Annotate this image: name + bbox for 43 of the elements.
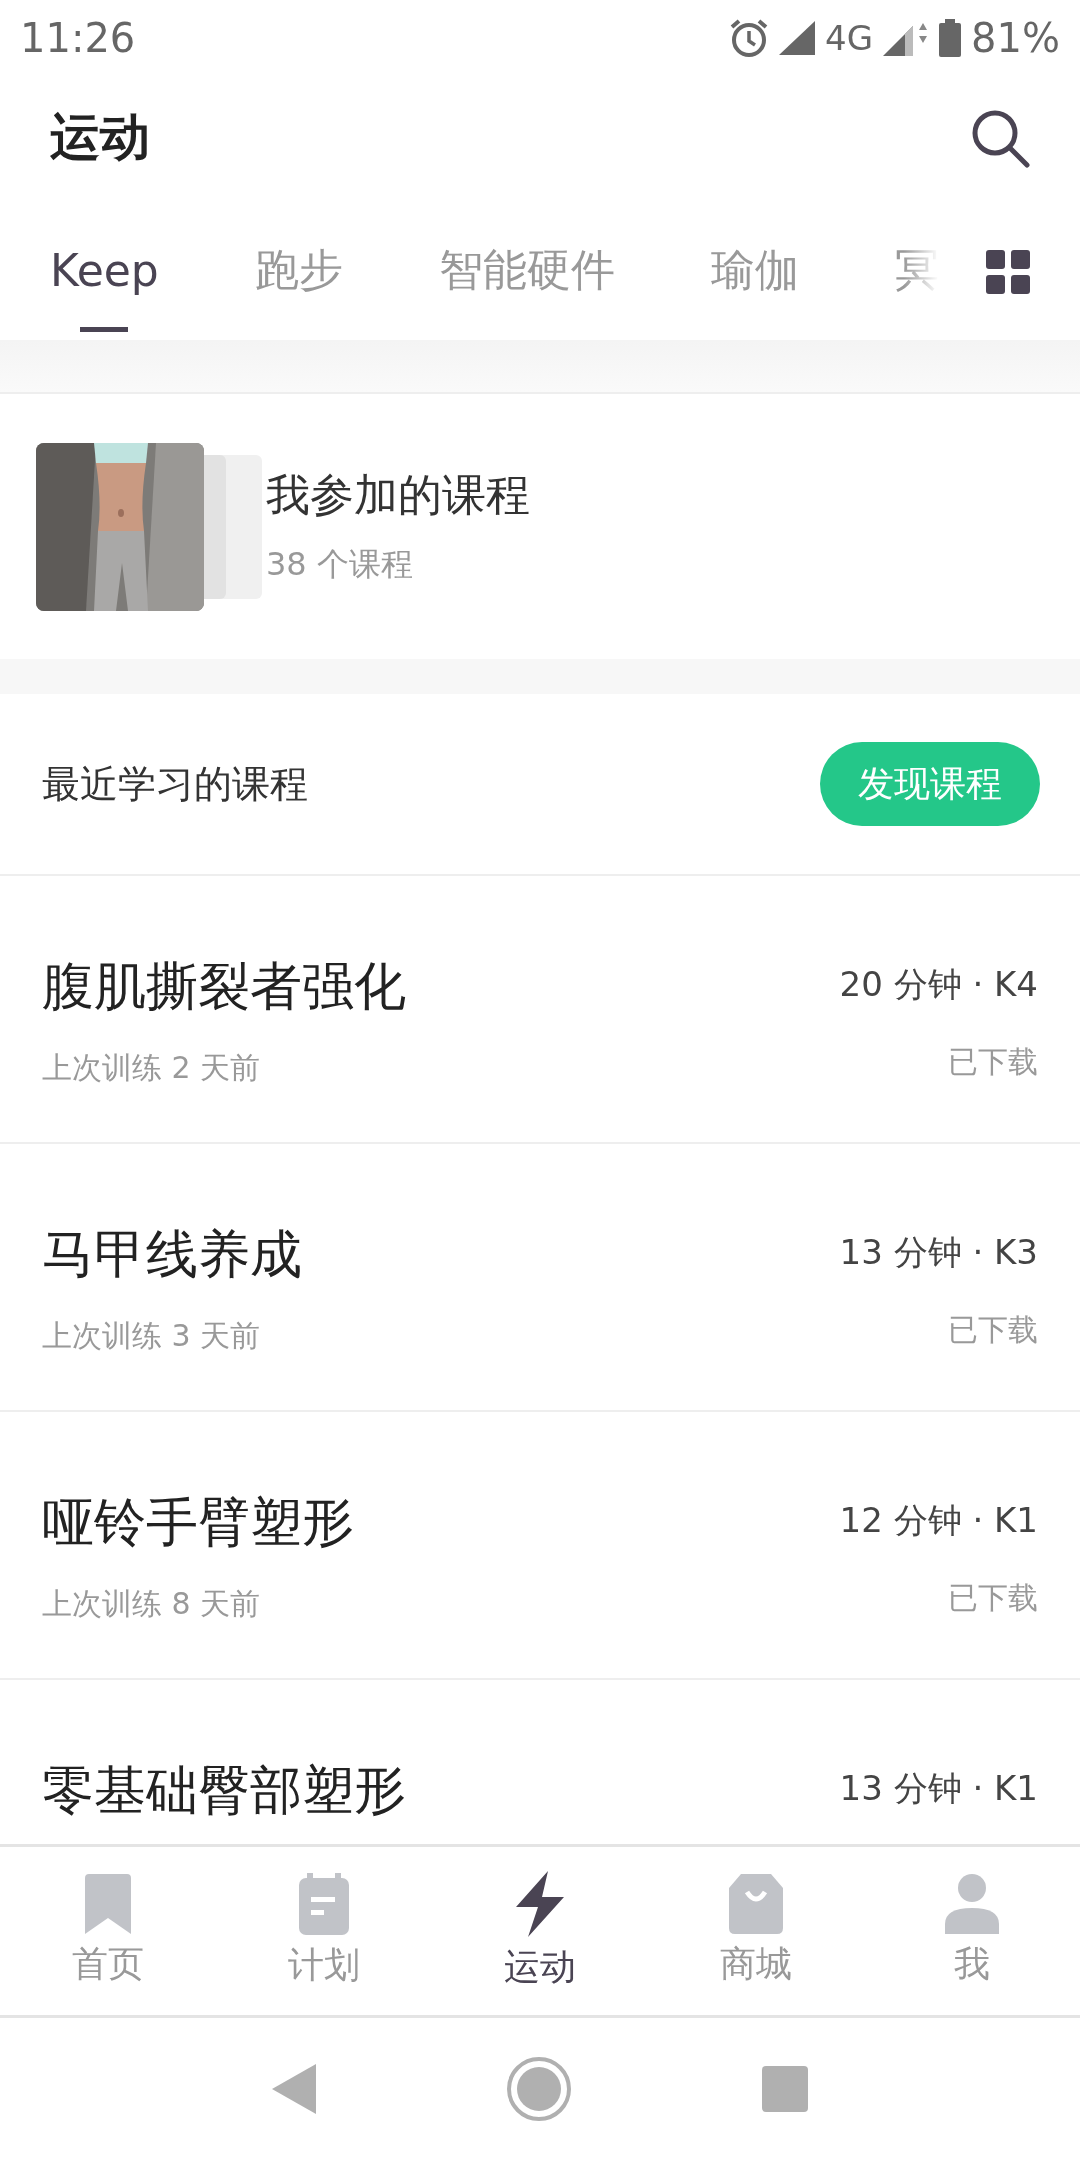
last-trained: 上次训练 2 天前 bbox=[42, 1049, 262, 1087]
page-title: 运动 bbox=[50, 107, 151, 168]
nav-tab[interactable]: 商城 bbox=[648, 1847, 864, 2015]
course-duration-level: 13 分钟 · K3 bbox=[839, 1231, 1038, 1274]
network-type: 4G bbox=[825, 17, 874, 58]
discover-courses-button[interactable]: 发现课程 bbox=[820, 742, 1040, 826]
grid-icon[interactable] bbox=[986, 250, 1030, 294]
back-icon[interactable] bbox=[272, 2064, 316, 2114]
nav-tab[interactable]: 运动 bbox=[432, 1847, 648, 2015]
last-trained: 上次训练 8 天前 bbox=[42, 1585, 262, 1623]
course-title[interactable]: 零基础臀部塑形 bbox=[42, 1756, 840, 1826]
category-tab[interactable]: 智能硬件 bbox=[438, 200, 615, 340]
course-title[interactable]: 腹肌撕裂者强化 bbox=[42, 952, 840, 1022]
download-status: 已下载 bbox=[948, 1579, 1038, 1617]
download-status: 已下载 bbox=[948, 1311, 1038, 1349]
my-courses-title[interactable]: 我参加的课程 bbox=[266, 466, 530, 525]
download-status: 已下载 bbox=[948, 1043, 1038, 1081]
clock-time: 11:26 bbox=[20, 14, 136, 61]
home-icon[interactable] bbox=[506, 2056, 572, 2122]
lightning-bolt-icon bbox=[516, 1870, 564, 1937]
nav-tab[interactable]: 我 bbox=[864, 1847, 1080, 2015]
nav-tab[interactable]: 首页 bbox=[0, 1847, 216, 2015]
category-tab[interactable]: 冥 bbox=[894, 200, 939, 340]
bookmark-icon bbox=[85, 1873, 131, 1934]
course-count: 38 个课程 bbox=[266, 544, 414, 585]
clipboard-icon bbox=[299, 1872, 349, 1935]
category-tab[interactable]: Keep bbox=[50, 200, 159, 340]
category-tab[interactable]: 瑜伽 bbox=[710, 200, 799, 340]
course-duration-level: 13 分钟 · K1 bbox=[839, 1767, 1038, 1810]
course-title[interactable]: 马甲线养成 bbox=[42, 1220, 840, 1290]
course-duration-level: 12 分钟 · K1 bbox=[839, 1499, 1038, 1542]
battery-icon bbox=[939, 18, 962, 57]
last-trained: 上次训练 3 天前 bbox=[42, 1317, 262, 1355]
section-title: 最近学习的课程 bbox=[42, 760, 309, 808]
category-tab[interactable]: 跑步 bbox=[254, 200, 343, 340]
signal-icon bbox=[779, 20, 816, 55]
course-duration-level: 20 分钟 · K4 bbox=[839, 963, 1038, 1006]
nav-tab[interactable]: 计划 bbox=[216, 1847, 432, 2015]
shopping-bag-icon bbox=[729, 1873, 783, 1934]
person-icon bbox=[945, 1873, 999, 1934]
alarm-icon bbox=[729, 17, 770, 58]
battery-percentage: 81% bbox=[971, 14, 1060, 61]
course-title[interactable]: 哑铃手臂塑形 bbox=[42, 1488, 840, 1558]
